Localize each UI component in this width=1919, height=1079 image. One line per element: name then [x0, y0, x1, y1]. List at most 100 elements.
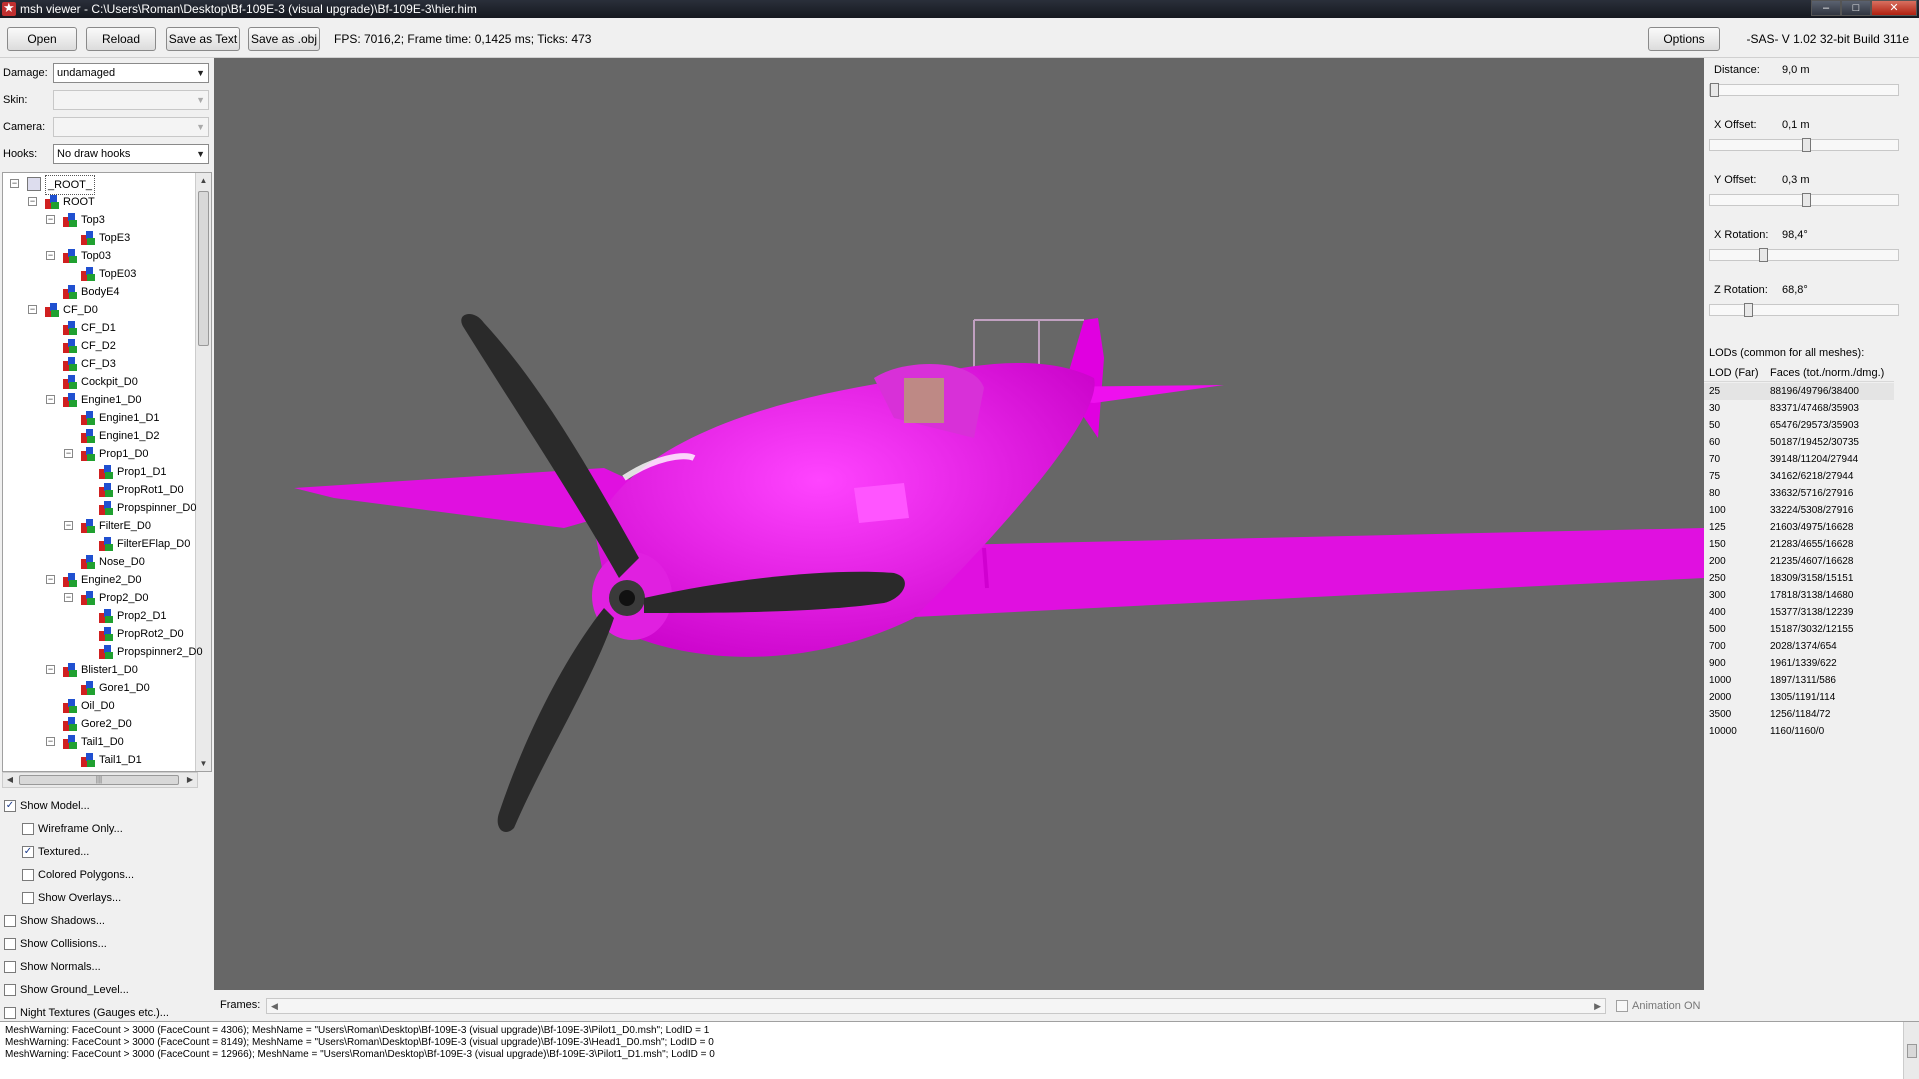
lod-row[interactable]: 60 50187/19452/30735: [1704, 434, 1894, 451]
collapse-icon[interactable]: −: [46, 215, 55, 224]
checkbox-icon[interactable]: [4, 961, 16, 973]
reload-button[interactable]: Reload: [86, 27, 156, 51]
lods-title: LODs (common for all meshes):: [1709, 347, 1865, 359]
lod-row[interactable]: 3500 1256/1184/72: [1704, 706, 1894, 723]
mesh-icon: [63, 663, 77, 677]
lod-faces: 1961/1339/622: [1770, 658, 1837, 669]
lod-row[interactable]: 400 15377/3138/12239: [1704, 604, 1894, 621]
mesh-tree[interactable]: − _ROOT_ ▲ ▼ − ROOT − Top3 TopE3− Top03 TopE03…: [2, 172, 212, 772]
lod-row[interactable]: 2000 1305/1191/114: [1704, 689, 1894, 706]
param-slider[interactable]: [1709, 193, 1899, 207]
minimize-icon[interactable]: –: [1811, 0, 1841, 16]
lod-row[interactable]: 150 21283/4655/16628: [1704, 536, 1894, 553]
tree-node-label: Propspinner2_D0: [117, 646, 203, 658]
checkbox-icon[interactable]: [22, 823, 34, 835]
collapse-icon[interactable]: −: [28, 305, 37, 314]
scroll-down-icon[interactable]: ▼: [196, 756, 211, 771]
collapse-icon[interactable]: −: [46, 395, 55, 404]
save-as-obj-button[interactable]: Save as .obj: [248, 27, 320, 51]
scroll-left-icon[interactable]: ◀: [3, 773, 17, 787]
save-as-text-button[interactable]: Save as Text: [166, 27, 240, 51]
scroll-thumb[interactable]: |||: [19, 775, 179, 785]
chevron-right-icon[interactable]: ▶: [1594, 999, 1601, 1013]
maximize-icon[interactable]: □: [1841, 0, 1871, 16]
collapse-icon[interactable]: −: [28, 197, 37, 206]
animation-checkbox[interactable]: [1616, 1000, 1628, 1012]
close-icon[interactable]: ✕: [1871, 0, 1917, 16]
skin-select[interactable]: ▼: [53, 90, 209, 110]
mesh-icon: [81, 519, 95, 533]
collapse-icon[interactable]: −: [10, 179, 19, 188]
collapse-icon[interactable]: −: [64, 593, 73, 602]
slider-handle[interactable]: [1758, 248, 1768, 262]
checkbox-icon[interactable]: [4, 915, 16, 927]
animation-label: Animation ON: [1632, 1000, 1701, 1012]
lod-row[interactable]: 80 33632/5716/27916: [1704, 485, 1894, 502]
chevron-left-icon[interactable]: ◀: [271, 999, 278, 1013]
param-slider[interactable]: [1709, 303, 1899, 317]
lod-row[interactable]: 200 21235/4607/16628: [1704, 553, 1894, 570]
collapse-icon[interactable]: −: [64, 521, 73, 530]
open-button[interactable]: Open: [7, 27, 77, 51]
lod-row[interactable]: 300 17818/3138/14680: [1704, 587, 1894, 604]
lod-row[interactable]: 100 33224/5308/27916: [1704, 502, 1894, 519]
options-button[interactable]: Options: [1648, 27, 1720, 51]
lod-distance: 80: [1709, 488, 1721, 499]
lod-col-header[interactable]: LOD (Far): [1709, 364, 1759, 382]
slider-handle[interactable]: [1801, 193, 1811, 207]
slider-handle[interactable]: [1801, 138, 1811, 152]
faces-col-header[interactable]: Faces (tot./norm./dmg.): [1770, 364, 1884, 382]
lod-row[interactable]: 250 18309/3158/15151: [1704, 570, 1894, 587]
collapse-icon[interactable]: −: [46, 575, 55, 584]
param-slider[interactable]: [1709, 83, 1899, 97]
lod-row[interactable]: 50 65476/29573/35903: [1704, 417, 1894, 434]
lod-row[interactable]: 10000 1160/1160/0: [1704, 723, 1894, 740]
chevron-down-icon: ▼: [196, 95, 205, 105]
log-vertical-scrollbar[interactable]: [1903, 1022, 1919, 1079]
tree-horizontal-scrollbar[interactable]: ◀ ||| ▶: [2, 772, 198, 788]
checkbox-icon[interactable]: [22, 869, 34, 881]
checkbox-icon[interactable]: [4, 984, 16, 996]
lod-row[interactable]: 70 39148/11204/27944: [1704, 451, 1894, 468]
option-label: Colored Polygons...: [38, 869, 134, 881]
frames-slider[interactable]: ◀ ▶: [266, 998, 1606, 1014]
checkbox-icon[interactable]: [4, 938, 16, 950]
mesh-icon: [63, 285, 77, 299]
param-slider[interactable]: [1709, 248, 1899, 262]
damage-select[interactable]: undamaged ▼: [53, 63, 209, 83]
slider-handle[interactable]: [1710, 83, 1719, 97]
camera-select[interactable]: ▼: [53, 117, 209, 137]
mesh-icon: [63, 573, 77, 587]
camera-param: Distance: 9,0 m: [1709, 64, 1914, 104]
collapse-icon[interactable]: −: [46, 251, 55, 260]
tree-vertical-scrollbar[interactable]: ▲ ▼: [195, 173, 211, 771]
animation-toggle[interactable]: Animation ON: [1616, 998, 1700, 1014]
collapse-icon[interactable]: −: [46, 665, 55, 674]
lod-row[interactable]: 900 1961/1339/622: [1704, 655, 1894, 672]
lod-row[interactable]: 30 83371/47468/35903: [1704, 400, 1894, 417]
lod-distance: 70: [1709, 454, 1721, 465]
lod-row[interactable]: 75 34162/6218/27944: [1704, 468, 1894, 485]
scroll-thumb[interactable]: [198, 191, 209, 346]
param-slider[interactable]: [1709, 138, 1899, 152]
lod-row[interactable]: 25 88196/49796/38400: [1704, 383, 1894, 400]
lod-row[interactable]: 125 21603/4975/16628: [1704, 519, 1894, 536]
lod-row[interactable]: 500 15187/3032/12155: [1704, 621, 1894, 638]
lod-distance: 25: [1709, 386, 1721, 397]
slider-handle[interactable]: [1744, 303, 1754, 317]
scroll-up-icon[interactable]: ▲: [196, 173, 211, 188]
scroll-right-icon[interactable]: ▶: [183, 773, 197, 787]
checkbox-icon[interactable]: [22, 892, 34, 904]
collapse-icon[interactable]: −: [46, 737, 55, 746]
checkbox-checked-icon[interactable]: ✓: [22, 846, 34, 858]
lod-row[interactable]: 700 2028/1374/654: [1704, 638, 1894, 655]
lod-distance: 200: [1709, 556, 1726, 567]
hooks-select[interactable]: No draw hooks ▼: [53, 144, 209, 164]
checkbox-icon[interactable]: [4, 1007, 16, 1019]
mesh-icon: [81, 555, 95, 569]
3d-viewport[interactable]: [214, 58, 1704, 990]
collapse-icon[interactable]: −: [64, 449, 73, 458]
scroll-thumb[interactable]: [1907, 1044, 1917, 1058]
checkbox-checked-icon[interactable]: ✓: [4, 800, 16, 812]
lod-row[interactable]: 1000 1897/1311/586: [1704, 672, 1894, 689]
